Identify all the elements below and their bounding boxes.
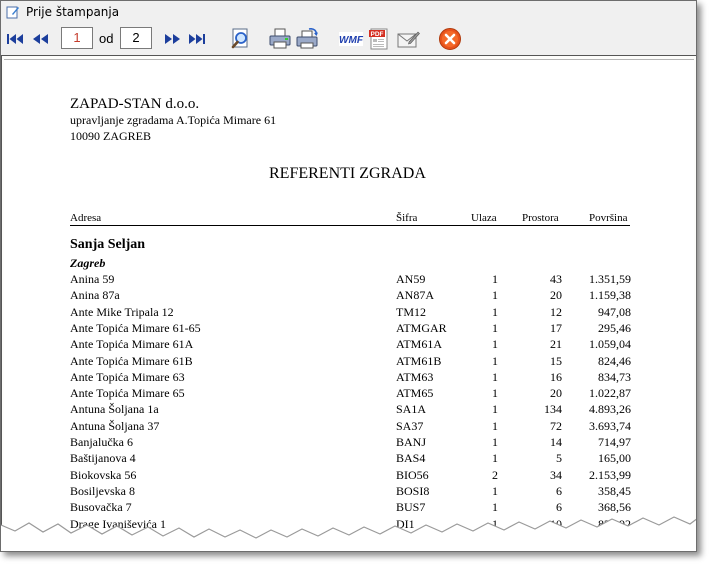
- torn-edge: [1, 516, 696, 551]
- print-preview-window: Prije štampanja od: [0, 0, 697, 552]
